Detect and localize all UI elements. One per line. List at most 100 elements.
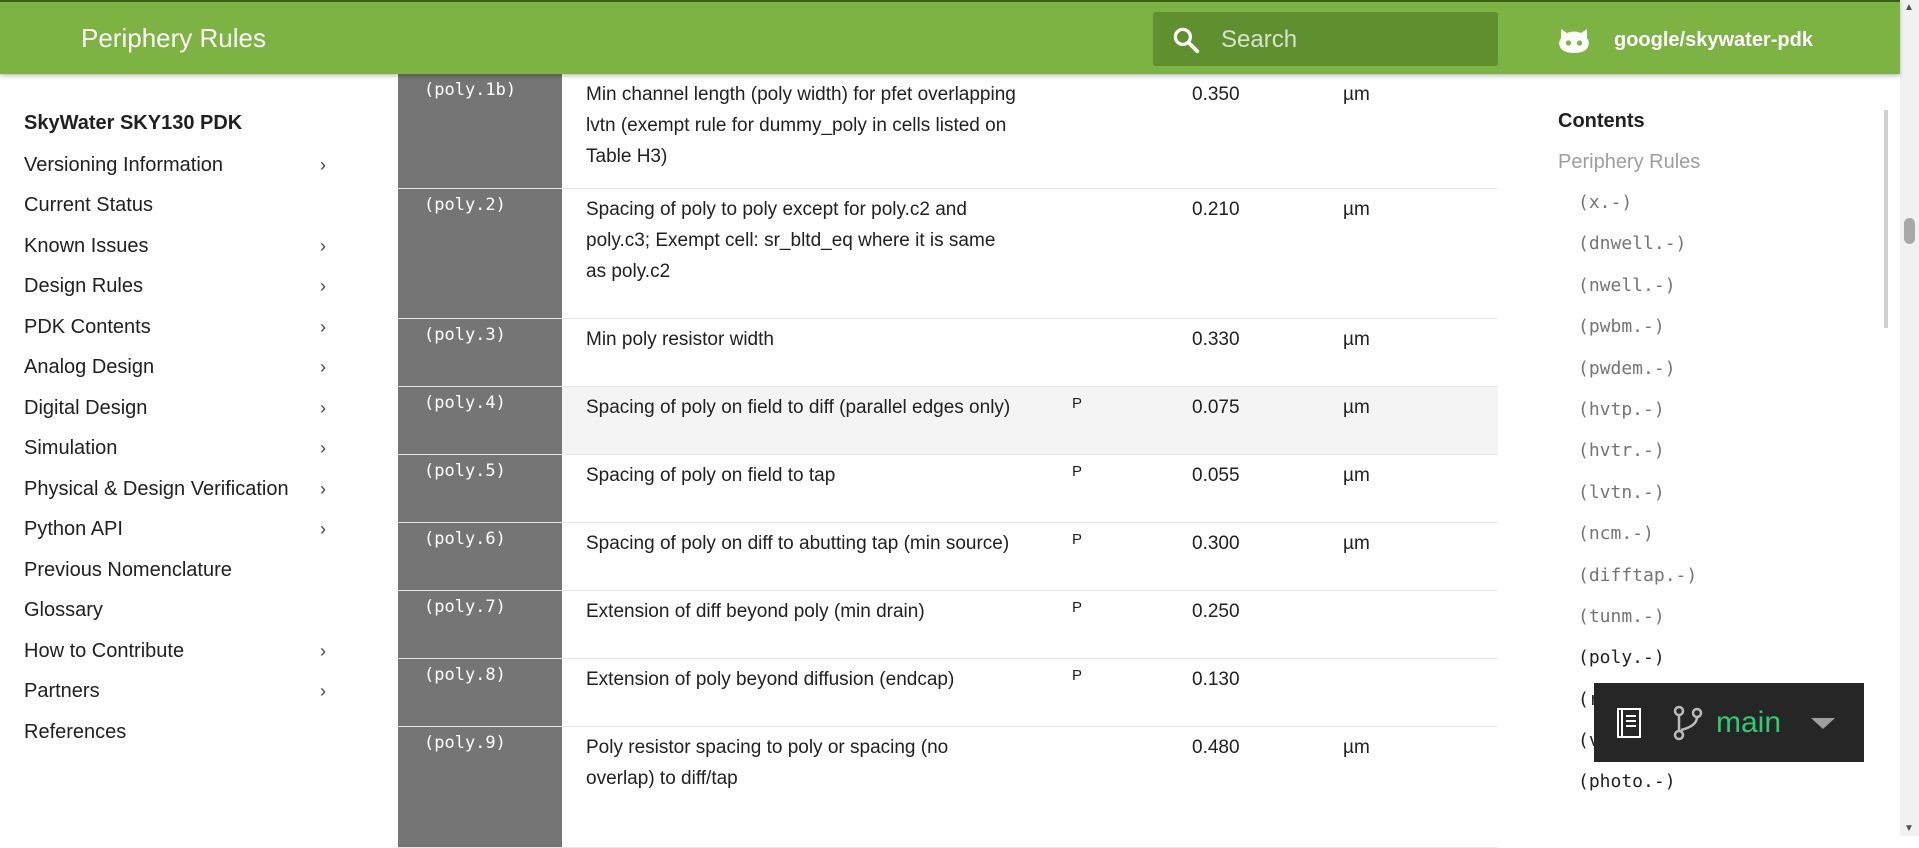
rule-unit: µm xyxy=(1343,737,1370,758)
nav-item-current-status[interactable]: Current Status xyxy=(24,186,344,227)
nav-item-how-to-contribute[interactable]: How to Contribute › xyxy=(24,631,344,672)
nav-item-design-rules[interactable]: Design Rules › xyxy=(24,267,344,308)
left-navigation: SkyWater SKY130 PDK Versioning Informati… xyxy=(24,100,344,753)
rule-value: 0.330 xyxy=(1192,329,1240,350)
rule-unit: µm xyxy=(1343,84,1370,105)
table-row: (poly.9) Poly resistor spacing to poly o… xyxy=(398,727,1498,848)
rule-code: (poly.2) xyxy=(398,189,562,318)
nav-item-label: Python API xyxy=(24,518,123,541)
repo-link[interactable]: google/skywater-pdk xyxy=(1556,20,1813,60)
toc-title: Contents xyxy=(1558,110,1645,132)
nav-item-versioning[interactable]: Versioning Information › xyxy=(24,145,344,186)
rule-description: Extension of poly beyond diffusion (endc… xyxy=(586,669,955,690)
nav-item-references[interactable]: References xyxy=(24,712,344,753)
toc-item[interactable]: (tunm.-) xyxy=(1558,606,1878,647)
rule-description: Min channel length (poly width) for pfet… xyxy=(586,84,1016,167)
rule-code: (poly.8) xyxy=(398,659,562,726)
chevron-right-icon: › xyxy=(320,276,326,297)
rule-code: (poly.6) xyxy=(398,523,562,590)
rule-flag: P xyxy=(1072,531,1083,548)
scroll-thumb[interactable] xyxy=(1904,218,1915,244)
nav-item-python-api[interactable]: Python API › xyxy=(24,510,344,551)
github-icon xyxy=(1559,29,1589,53)
rule-description: Extension of diff beyond poly (min drain… xyxy=(586,601,925,622)
search-box[interactable] xyxy=(1153,12,1498,68)
rule-code: (poly.5) xyxy=(398,455,562,522)
rule-description: Poly resistor spacing to poly or spacing… xyxy=(586,737,949,789)
rule-value: 0.350 xyxy=(1192,84,1240,105)
nav-item-partners[interactable]: Partners › xyxy=(24,672,344,713)
table-row: (poly.7) Extension of diff beyond poly (… xyxy=(398,591,1498,659)
nav-item-pdk-contents[interactable]: PDK Contents › xyxy=(24,307,344,348)
nav-item-label: Digital Design xyxy=(24,396,148,419)
rule-flag: P xyxy=(1072,667,1083,684)
nav-item-label: Versioning Information xyxy=(24,153,224,176)
rule-flag xyxy=(1042,727,1192,847)
rule-value: 0.300 xyxy=(1192,533,1240,554)
nav-item-label: References xyxy=(24,720,127,743)
search-input[interactable] xyxy=(1219,12,1493,68)
top-bar: Periphery Rules google/skywater-pdk xyxy=(0,0,1900,74)
nav-item-label: Physical & Design Verification xyxy=(24,477,289,500)
rule-value: 0.480 xyxy=(1192,737,1240,758)
toc-item[interactable]: (hvtr.-) xyxy=(1558,440,1878,481)
rule-value: 0.210 xyxy=(1192,199,1240,220)
book-icon xyxy=(1617,707,1641,738)
rule-flag: P xyxy=(1072,463,1083,480)
toc-item[interactable]: (dnwell.-) xyxy=(1558,233,1878,274)
rule-value: 0.075 xyxy=(1192,397,1240,418)
table-row: (poly.8) Extension of poly beyond diffus… xyxy=(398,659,1498,727)
nav-item-digital-design[interactable]: Digital Design › xyxy=(24,388,344,429)
toc-item[interactable]: (nwell.-) xyxy=(1558,275,1878,316)
rule-value: 0.250 xyxy=(1192,601,1240,622)
rule-description: Spacing of poly to poly except for poly.… xyxy=(586,199,996,282)
nav-item-previous-nomenclature[interactable]: Previous Nomenclature xyxy=(24,550,344,591)
nav-item-known-issues[interactable]: Known Issues › xyxy=(24,226,344,267)
rule-unit: µm xyxy=(1343,397,1370,418)
rule-flag xyxy=(1042,319,1192,386)
rule-code: (poly.1b) xyxy=(398,74,562,188)
table-row: (poly.4) Spacing of poly on field to dif… xyxy=(398,387,1498,455)
rule-flag: P xyxy=(1072,395,1083,412)
page-scrollbar[interactable]: ▲ ▼ xyxy=(1900,0,1919,836)
rule-value: 0.130 xyxy=(1192,669,1240,690)
scroll-up-arrow-icon[interactable]: ▲ xyxy=(1904,2,1914,13)
nav-heading[interactable]: SkyWater SKY130 PDK xyxy=(24,112,344,135)
nav-item-label: Previous Nomenclature xyxy=(24,558,232,581)
scroll-down-arrow-icon[interactable]: ▼ xyxy=(1904,823,1914,834)
site-title[interactable]: Periphery Rules xyxy=(81,23,266,54)
toc-item[interactable]: (difftap.-) xyxy=(1558,565,1878,606)
nav-item-glossary[interactable]: Glossary xyxy=(24,591,344,632)
toc-item[interactable]: (pwbm.-) xyxy=(1558,316,1878,357)
nav-item-label: Glossary xyxy=(24,599,103,622)
rule-code: (poly.7) xyxy=(398,591,562,658)
rule-value: 0.055 xyxy=(1192,465,1240,486)
table-row: (poly.2) Spacing of poly to poly except … xyxy=(398,189,1498,319)
rule-code: (poly.9) xyxy=(398,727,562,847)
nav-item-label: Known Issues xyxy=(24,234,149,257)
nav-item-analog-design[interactable]: Analog Design › xyxy=(24,348,344,389)
rule-unit: µm xyxy=(1343,329,1370,350)
chevron-right-icon: › xyxy=(320,640,326,661)
toc-page-link[interactable]: Periphery Rules xyxy=(1558,151,1878,192)
rule-unit: µm xyxy=(1343,533,1370,554)
nav-item-label: How to Contribute xyxy=(24,639,185,662)
toc-scrollbar[interactable] xyxy=(1884,110,1888,328)
toc-item[interactable]: (pwdem.-) xyxy=(1558,358,1878,399)
toc-item[interactable]: (ncm.-) xyxy=(1558,523,1878,564)
caret-down-icon xyxy=(1811,717,1836,729)
nav-item-label: Simulation xyxy=(24,437,118,460)
rule-code: (poly.4) xyxy=(398,387,562,454)
chevron-right-icon: › xyxy=(320,357,326,378)
search-icon xyxy=(1173,27,1200,54)
nav-item-label: PDK Contents xyxy=(24,315,151,338)
nav-item-simulation[interactable]: Simulation › xyxy=(24,429,344,470)
toc-item[interactable]: (photo.-) xyxy=(1558,771,1878,812)
chevron-right-icon: › xyxy=(320,438,326,459)
nav-item-verification[interactable]: Physical & Design Verification › xyxy=(24,469,344,510)
rule-code: (poly.3) xyxy=(398,319,562,386)
version-selector[interactable]: main xyxy=(1594,683,1864,762)
toc-item[interactable]: (x.-) xyxy=(1558,192,1878,233)
toc-item[interactable]: (hvtp.-) xyxy=(1558,399,1878,440)
toc-item[interactable]: (lvtn.-) xyxy=(1558,482,1878,523)
